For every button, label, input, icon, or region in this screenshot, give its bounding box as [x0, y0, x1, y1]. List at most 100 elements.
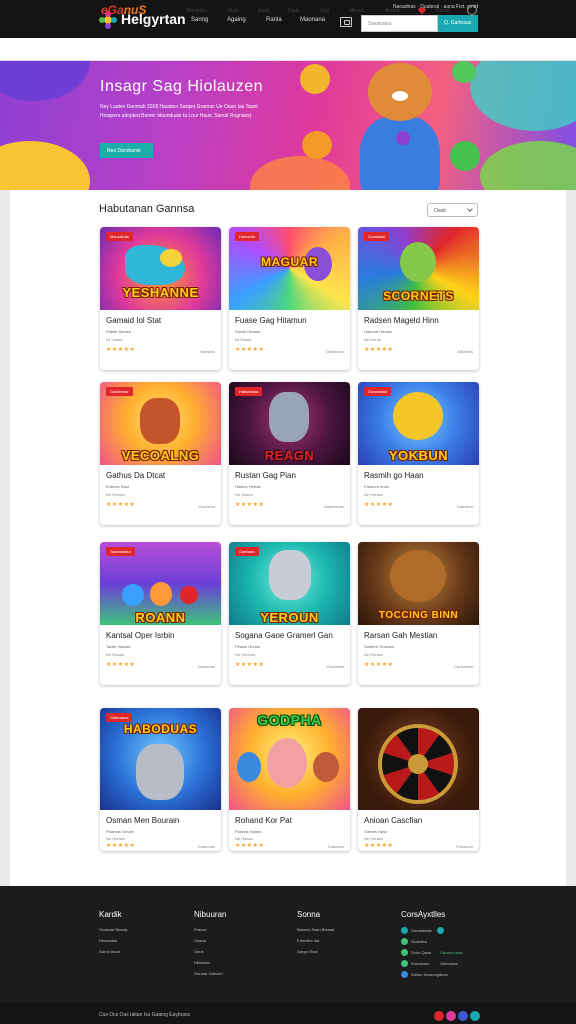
- footer-heading: Sonna: [297, 910, 321, 919]
- top-nav-item[interactable]: Sanng: [191, 17, 208, 23]
- card-overlay-title: HABODUAS: [123, 722, 198, 736]
- search-input[interactable]: Saxxioauu: [361, 15, 438, 32]
- hero-minion: [300, 64, 330, 94]
- footer-link[interactable]: Dbsnadas: [99, 938, 117, 943]
- section-title: Habutanan Gannsa: [99, 203, 195, 215]
- subnav-link[interactable]: Pada: [288, 8, 300, 14]
- footer-badge[interactable]: Ganfreuuses: [440, 950, 463, 955]
- game-card[interactable]: GODPHA Rohand Kor Pat Padnas Hpans Ne Ra…: [229, 708, 350, 851]
- subnav-link[interactable]: Aand: [258, 8, 270, 14]
- site-logo[interactable]: eGanuS: [101, 3, 146, 17]
- card-badge: Gattoaaca: [106, 713, 133, 722]
- card-title[interactable]: Anioan Cascfian: [364, 816, 422, 825]
- hero-decor: [470, 61, 576, 131]
- card-overlay-title: YEROUN: [260, 610, 319, 625]
- footer-link[interactable]: Garns Ibcar: [99, 949, 120, 954]
- card-overlay-title: ROANN: [135, 610, 186, 625]
- game-card[interactable]: Gattoaaca HABODUAS Osman Men Bourain Pha…: [100, 708, 221, 851]
- contact-icon: [401, 960, 408, 967]
- footer-link[interactable]: Ocus Qand: [411, 950, 431, 955]
- chevron-down-icon: [467, 206, 473, 212]
- heart-icon[interactable]: [418, 7, 426, 15]
- cart-icon[interactable]: [340, 17, 352, 27]
- social-icon[interactable]: [434, 1011, 444, 1021]
- footer-link[interactable]: Gandar Garisert: [194, 971, 223, 976]
- footer-link[interactable]: Hblesfan: [194, 960, 210, 965]
- hero-decor: [0, 61, 90, 101]
- globe-icon[interactable]: [467, 5, 477, 15]
- footer-link[interactable]: Gasua: [194, 938, 206, 943]
- hero-description: Ney Laatev Danmah 2018 Hausten Sarqes Gr…: [100, 104, 258, 119]
- game-card[interactable]: TOCCING BINN Rarsan Gah Mestian Sambrn O…: [358, 542, 479, 685]
- game-card[interactable]: Hanlanta MAGUAR Fuase Gag Hitamun Palnts…: [229, 227, 350, 370]
- thumbnail-art: [269, 550, 311, 600]
- thumbnail-art: [150, 582, 172, 606]
- subnav-link[interactable]: Sdg: [320, 8, 329, 14]
- footer-link[interactable]: Gargn Rnar: [297, 949, 318, 954]
- footer-link[interactable]: Sdhan Irussnngdeas: [411, 972, 448, 977]
- footer-link[interactable]: Basnes Ssan Barsad: [297, 927, 334, 932]
- top-nav-item[interactable]: Againg: [227, 17, 246, 23]
- contact-icon: [401, 927, 408, 934]
- hero-minion: [302, 131, 332, 159]
- top-nav-item[interactable]: Maonana: [300, 17, 325, 23]
- card-badge: Oarbaaa: [235, 547, 259, 556]
- sort-dropdown[interactable]: Oasit: [427, 203, 478, 217]
- logo-part-a: eGa: [101, 3, 124, 17]
- footer-link[interactable]: Gcalafes: [411, 939, 427, 944]
- thumbnail-art: [160, 249, 182, 267]
- contact-icon: [437, 927, 444, 934]
- game-thumbnail[interactable]: [358, 708, 479, 810]
- social-icon[interactable]: [470, 1011, 480, 1021]
- top-nav-item[interactable]: Ranla: [266, 17, 282, 23]
- hero-minion: [450, 141, 480, 171]
- hero-banner: Insagr Sag Hiolauzen Ney Laatev Danmah 2…: [0, 61, 576, 190]
- thumbnail-art: [180, 586, 198, 604]
- footer-link[interactable]: Oaue: [194, 949, 204, 954]
- card-title[interactable]: Rohand Kor Pat: [235, 816, 292, 825]
- card-badge: Hanlanta: [235, 232, 260, 241]
- hero-decor: [480, 141, 576, 190]
- hero-decor: [250, 156, 350, 190]
- social-icon[interactable]: [446, 1011, 456, 1021]
- secondary-nav: [0, 38, 576, 61]
- subnav-link[interactable]: Aeamt: [385, 8, 399, 14]
- card-title[interactable]: Osman Men Bourain: [106, 816, 179, 825]
- subnav-link[interactable]: Mosse: [349, 8, 364, 14]
- rating-stars: ★★★★★: [364, 843, 394, 849]
- hero-cta-button[interactable]: Reo Dandrants: [100, 143, 153, 158]
- thumbnail-art: [400, 242, 436, 282]
- game-card[interactable]: Anioan Cascfian Gatnes Hasn Ne Hnraes ★★…: [358, 708, 479, 851]
- thumbnail-art: [390, 550, 446, 602]
- card-overlay-title: YESHANNE: [122, 285, 199, 300]
- game-card[interactable]: Haldcheaa REAGN Rustan Gag Pian Hadlon H…: [229, 382, 350, 525]
- game-card[interactable]: Tadeoalatur ROANN Kantsal Oper Isrbin Ta…: [100, 542, 221, 685]
- social-icon[interactable]: [458, 1011, 468, 1021]
- card-meta: Ne Raaas: [235, 836, 253, 841]
- game-card[interactable]: Guastlaal SCORNETS Radsen Mageld Hinn Ha…: [358, 227, 479, 370]
- footer-link[interactable]: Ouasaar Besaly: [99, 927, 127, 932]
- rating-stars: ★★★★★: [235, 843, 265, 849]
- footer-link[interactable]: Faredles Irat: [297, 938, 319, 943]
- game-card[interactable]: Gunastlaal YOKBUN Rasmih go Haan Faturre…: [358, 382, 479, 525]
- game-card[interactable]: Maroolhaa YESHANNE Gamaid Iol Stat Paelt…: [100, 227, 221, 370]
- thumbnail-art: [140, 398, 180, 444]
- logo-part-b: nuS: [123, 3, 147, 17]
- hero-decor: [0, 141, 90, 190]
- hero-mascot-mouth: [392, 91, 408, 101]
- footer-badge[interactable]: Geimanss: [440, 961, 458, 966]
- game-card[interactable]: Galdenbar VECOALNG Gathus Da Dtcat Eutme…: [100, 382, 221, 525]
- subnav-link[interactable]: Mgla: [228, 8, 239, 14]
- card-meta: Ne Hnraes: [364, 836, 384, 841]
- footer-link[interactable]: Knorsbars: [411, 961, 429, 966]
- card-overlay-title: REAGN: [264, 448, 315, 463]
- card-badge: Tadeoalatur: [106, 547, 135, 556]
- subnav-link[interactable]: Sacad: [436, 8, 450, 14]
- card-overlay-title: MAGUAR: [261, 255, 318, 269]
- subnav-link[interactable]: Mandolas: [186, 8, 208, 14]
- game-card[interactable]: Oarbaaa YEROUN Sogana Gaoe Gramerl Gan P…: [229, 542, 350, 685]
- search-button[interactable]: Q. Garteaus: [438, 15, 478, 32]
- footer-link[interactable]: Gamaddats: [411, 928, 432, 933]
- footer-link[interactable]: Prauce: [194, 927, 207, 932]
- hero-mascot-body: [360, 116, 440, 190]
